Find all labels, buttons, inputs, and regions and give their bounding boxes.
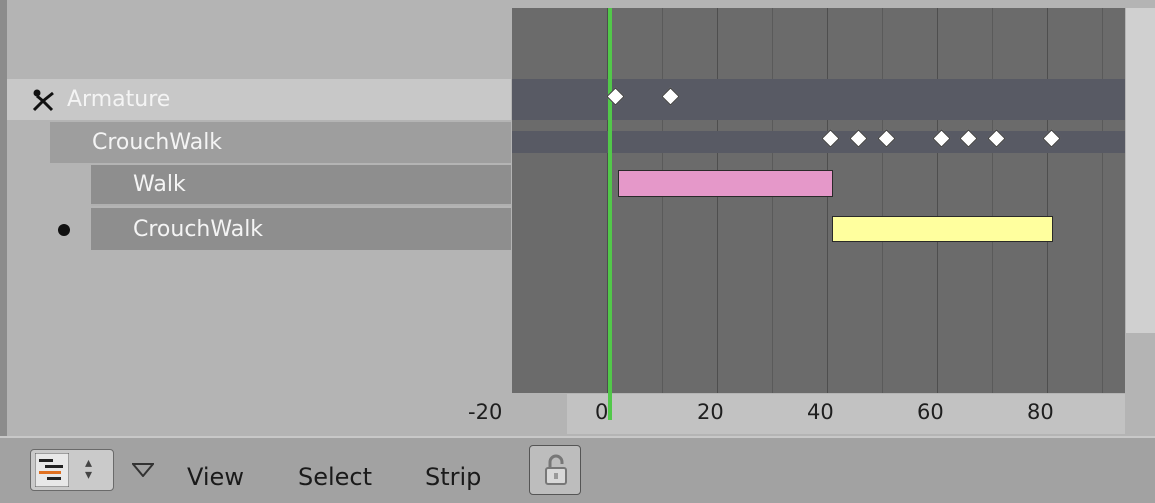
grid-line [1102,8,1103,393]
lock-icon [542,454,570,490]
channel-strip-walk[interactable]: Walk [91,165,511,206]
channel-armature[interactable]: Armature [7,79,511,120]
channel-label-action: CrouchWalk [92,130,223,155]
window-border [0,0,7,503]
active-strip-bullet [58,224,70,236]
ruler-label: 80 [1027,400,1054,424]
grid-line [882,8,883,393]
ruler-label: 0 [595,400,609,424]
channel-action[interactable]: CrouchWalk [50,122,511,163]
grid-line [772,8,773,393]
ruler-label: 60 [917,400,944,424]
triangle-down-icon[interactable] [130,462,156,481]
vertical-scrollbar[interactable] [1126,8,1155,333]
armature-icon [31,88,57,118]
grid-line [662,8,663,393]
ruler-label: 40 [807,400,834,424]
nla-editor-icon [34,452,70,491]
current-frame-line[interactable] [608,8,612,420]
grid-line [1047,8,1048,393]
channel-label-walk: Walk [133,172,186,197]
channel-strip-crouchwalk[interactable]: CrouchWalk [91,208,511,250]
nla-editor-window: Armature CrouchWalk Walk CrouchWalk -20 … [0,0,1155,503]
menu-select[interactable]: Select [298,463,372,491]
grid-line [827,8,828,393]
grid-line [717,8,718,393]
timeline-area[interactable] [512,8,1125,393]
strip-walk[interactable] [618,170,833,197]
ruler-label: 20 [697,400,724,424]
editor-type-button[interactable]: ▴ ▾ [30,449,114,491]
channel-label-crouchwalk: CrouchWalk [133,216,264,242]
ruler-label: -20 [468,400,503,424]
strip-crouchwalk[interactable] [832,216,1053,242]
ruler-margin [512,394,567,434]
spinner-arrows-icon: ▴ ▾ [85,455,93,483]
grid-line [992,8,993,393]
menu-strip[interactable]: Strip [425,463,481,491]
channel-label-armature: Armature [67,87,171,112]
armature-track [512,79,1125,120]
grid-line [937,8,938,393]
lock-button[interactable] [529,445,581,495]
action-track [512,131,1125,153]
menu-view[interactable]: View [187,463,244,491]
